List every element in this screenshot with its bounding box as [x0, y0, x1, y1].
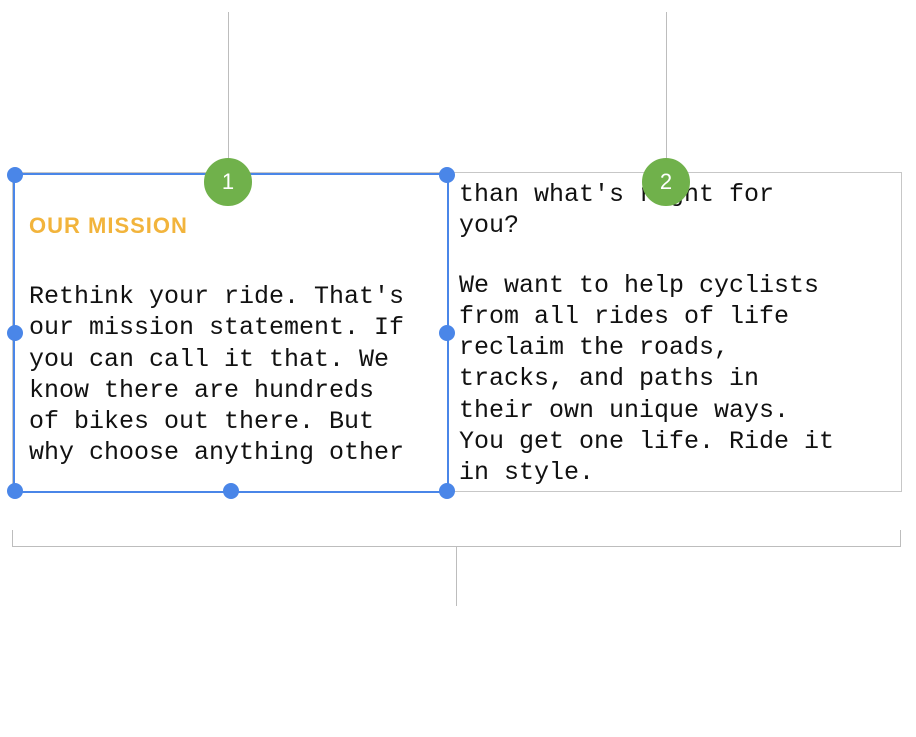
callout-badge-2: 2 [642, 158, 690, 206]
textbox-2[interactable]: than what's right for you? We want to he… [451, 173, 903, 493]
bracket-guide-right [900, 530, 901, 546]
selection-handle-mid-bottom[interactable] [223, 483, 239, 499]
textbox-1-body: Rethink your ride. That's our mission st… [29, 281, 433, 469]
bracket-guide-stem [456, 546, 457, 606]
linked-textboxes-group: OUR MISSION Rethink your ride. That's ou… [12, 172, 902, 492]
callout-line-1 [228, 12, 229, 182]
diagram-canvas: OUR MISSION Rethink your ride. That's ou… [0, 0, 916, 737]
callout-badge-1-label: 1 [222, 169, 234, 195]
bracket-guide-left [12, 530, 13, 546]
callout-line-2 [666, 12, 667, 182]
textbox-1-selected[interactable]: OUR MISSION Rethink your ride. That's ou… [13, 173, 449, 493]
selection-handle-top-left[interactable] [7, 167, 23, 183]
textbox-1-heading: OUR MISSION [29, 213, 433, 239]
selection-handle-bottom-left[interactable] [7, 483, 23, 499]
textbox-2-body-part2: We want to help cyclists from all rides … [459, 270, 887, 489]
callout-badge-1: 1 [204, 158, 252, 206]
selection-handle-mid-left[interactable] [7, 325, 23, 341]
callout-badge-2-label: 2 [660, 169, 672, 195]
